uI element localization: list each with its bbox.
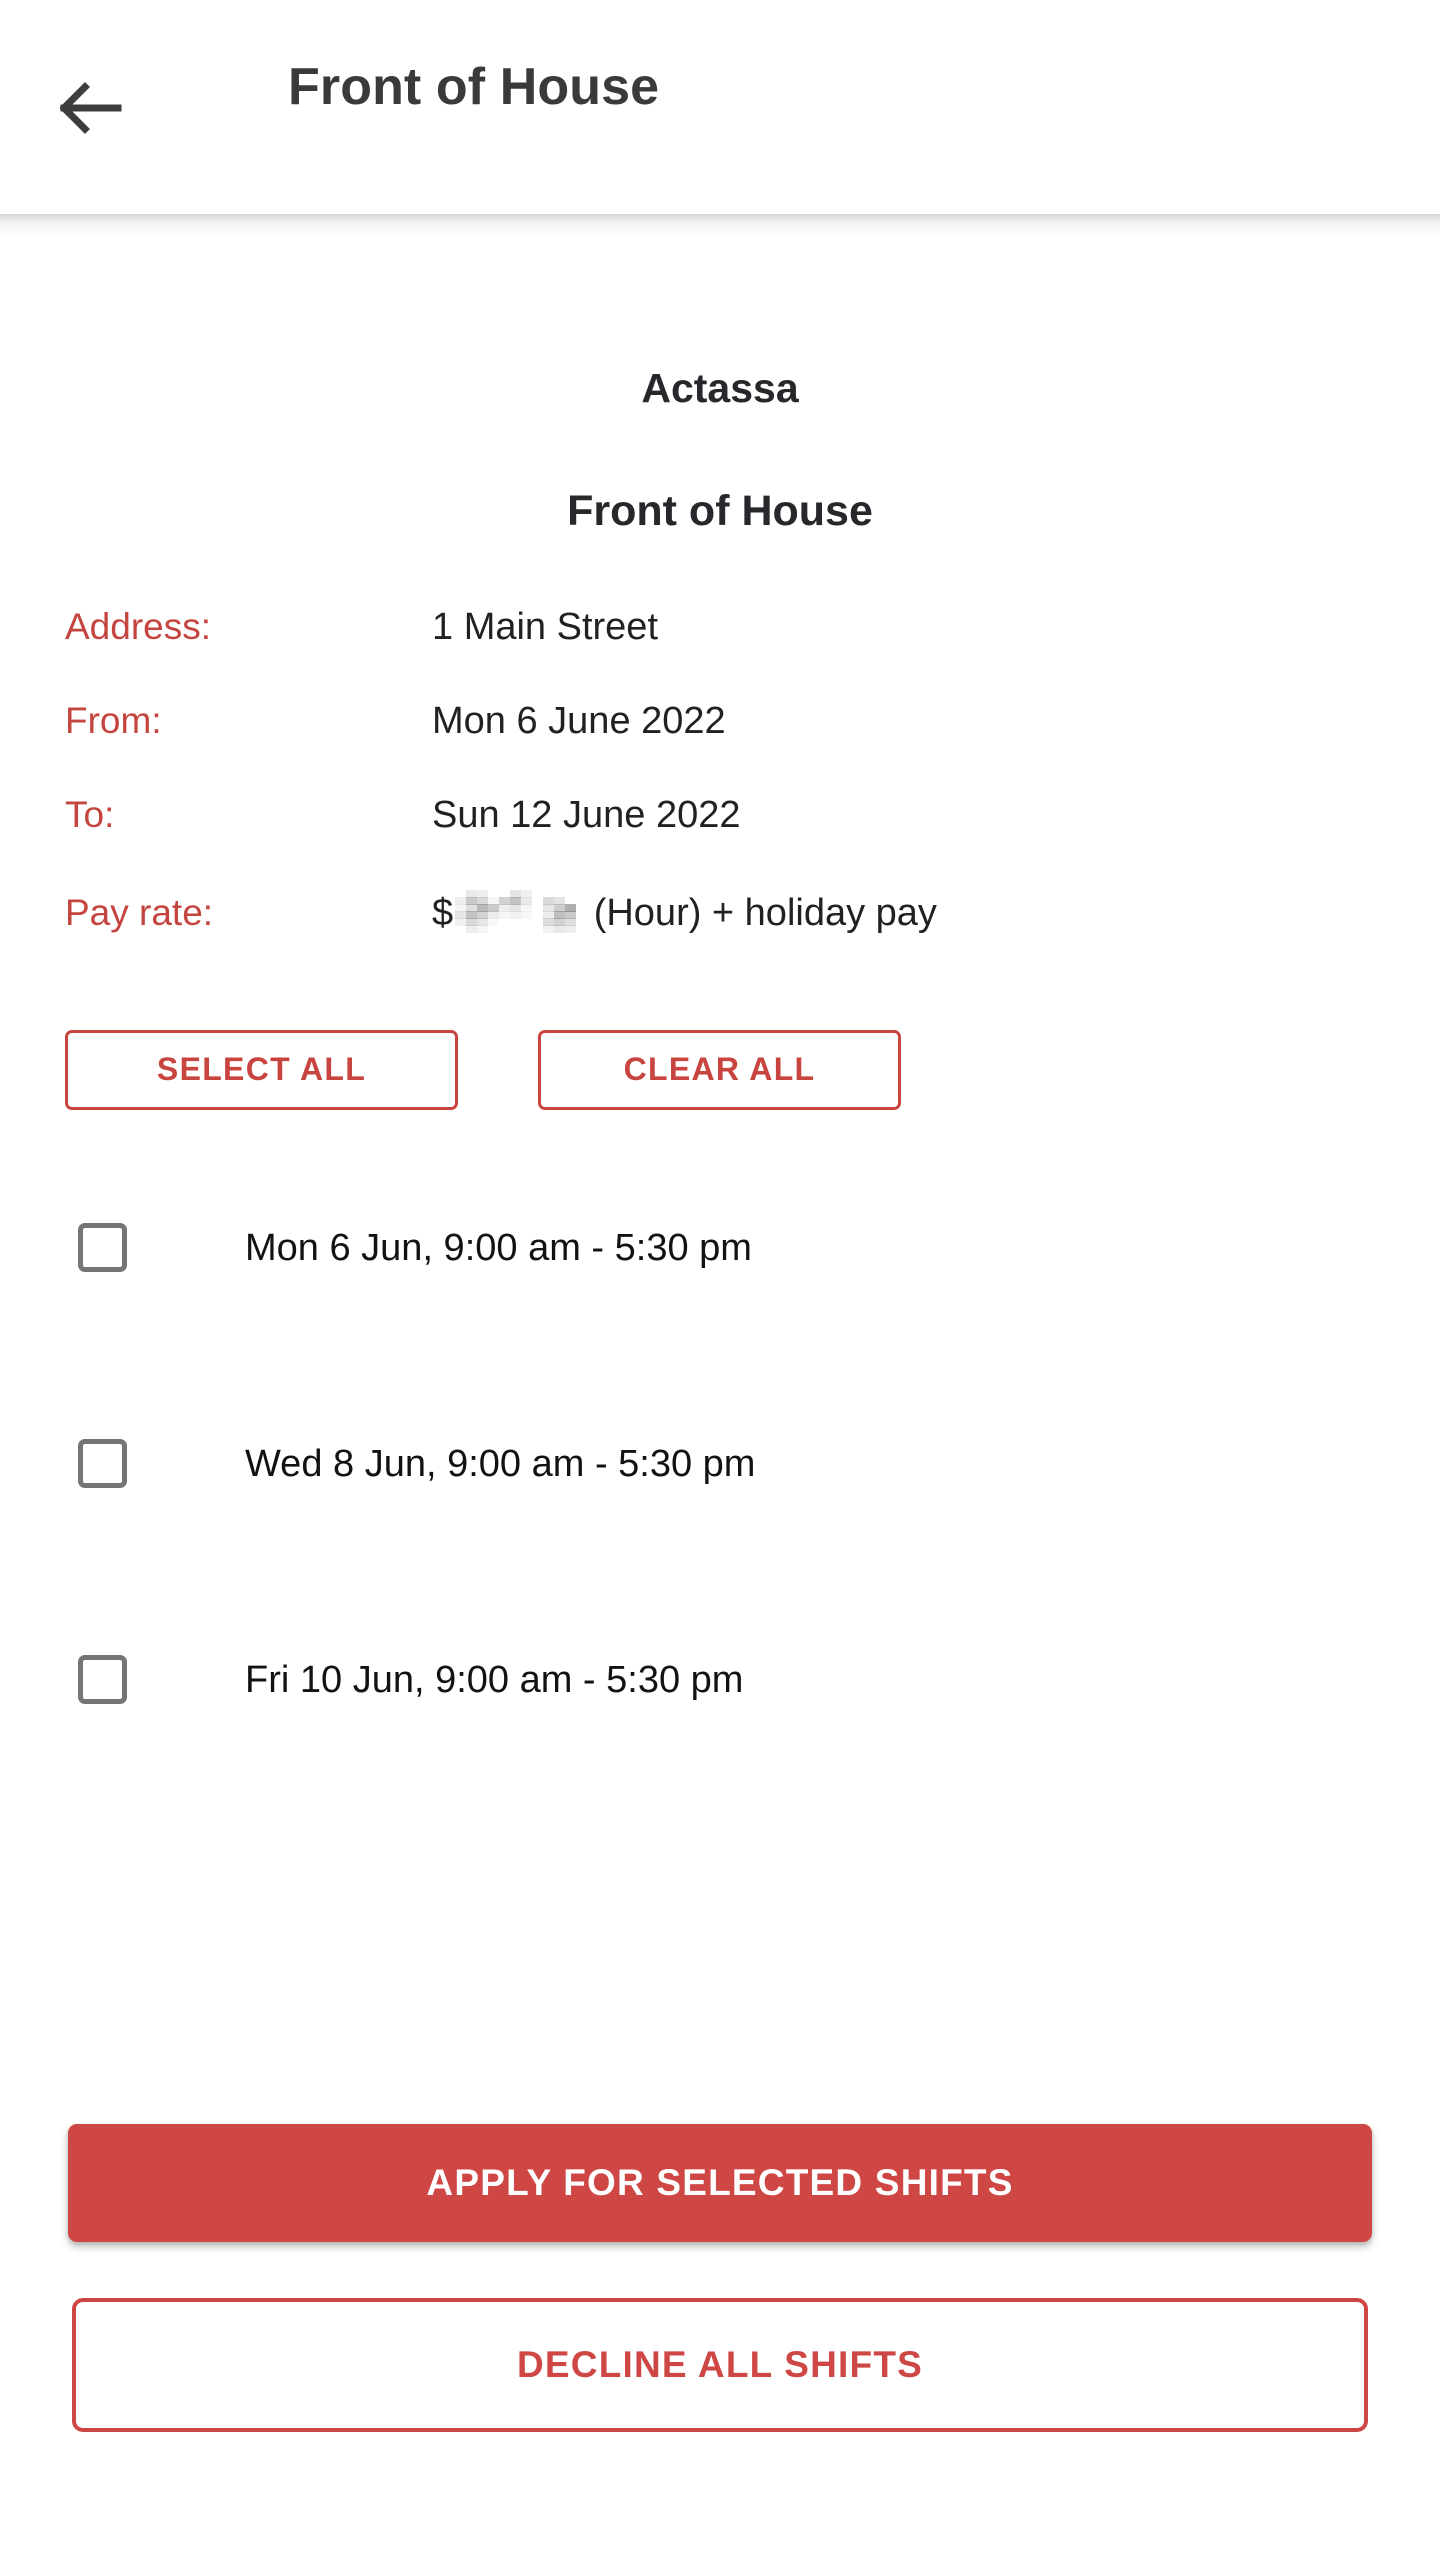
clear-all-button[interactable]: CLEAR ALL — [538, 1029, 901, 1110]
shift-label: Fri 10 Jun, 9:00 am - 5:30 pm — [245, 1658, 744, 1701]
shift-row[interactable]: Fri 10 Jun, 9:00 am - 5:30 pm — [0, 1626, 1440, 1734]
app-bar: Front of House — [0, 0, 1440, 214]
detail-content: Actassa Front of House Address: 1 Main S… — [0, 236, 1440, 1734]
detail-label-to: To: — [65, 793, 115, 835]
role-name: Front of House — [567, 487, 873, 536]
back-button[interactable] — [48, 72, 134, 144]
shift-details-list: Address: 1 Main Street From: Mon 6 June … — [0, 608, 1440, 984]
selection-actions: SELECT ALL CLEAR ALL — [0, 1029, 1440, 1110]
select-all-button[interactable]: SELECT ALL — [65, 1029, 458, 1110]
detail-value-to: Sun 12 June 2022 — [432, 793, 741, 836]
detail-value-pay-rate: $ (Hour) + holiday pay — [432, 889, 937, 934]
shift-row[interactable]: Wed 8 Jun, 9:00 am - 5:30 pm — [0, 1410, 1440, 1518]
organisation-name: Actassa — [641, 365, 799, 411]
detail-value-from: Mon 6 June 2022 — [432, 699, 726, 742]
detail-row-to: To: Sun 12 June 2022 — [0, 796, 1440, 890]
shift-checkbox[interactable] — [78, 1223, 127, 1273]
shift-checkbox-list: Mon 6 Jun, 9:00 am - 5:30 pm Wed 8 Jun, … — [0, 1194, 1440, 1734]
pay-rate-suffix: (Hour) + holiday pay — [583, 891, 937, 934]
detail-label-address: Address: — [65, 605, 212, 647]
app-bar-shadow — [0, 214, 1440, 236]
redacted-pay-amount — [455, 889, 581, 934]
shift-label: Wed 8 Jun, 9:00 am - 5:30 pm — [245, 1442, 756, 1485]
detail-label-pay-rate: Pay rate: — [65, 891, 214, 933]
shift-checkbox[interactable] — [78, 1655, 127, 1705]
detail-value-address: 1 Main Street — [432, 605, 658, 648]
apply-for-selected-shifts-button[interactable]: APPLY FOR SELECTED SHIFTS — [68, 2124, 1372, 2242]
shift-label: Mon 6 Jun, 9:00 am - 5:30 pm — [245, 1226, 752, 1269]
currency-symbol: $ — [432, 891, 454, 934]
page-title: Front of House — [288, 58, 660, 116]
shift-checkbox[interactable] — [78, 1439, 127, 1489]
shift-row[interactable]: Mon 6 Jun, 9:00 am - 5:30 pm — [0, 1194, 1440, 1302]
arrow-left-icon — [60, 82, 122, 134]
detail-row-from: From: Mon 6 June 2022 — [0, 702, 1440, 796]
decline-all-shifts-button[interactable]: DECLINE ALL SHIFTS — [72, 2298, 1368, 2432]
detail-label-from: From: — [65, 699, 162, 741]
detail-row-address: Address: 1 Main Street — [0, 608, 1440, 702]
detail-row-pay-rate: Pay rate: $ (Hour) + holiday pay — [0, 889, 1440, 984]
